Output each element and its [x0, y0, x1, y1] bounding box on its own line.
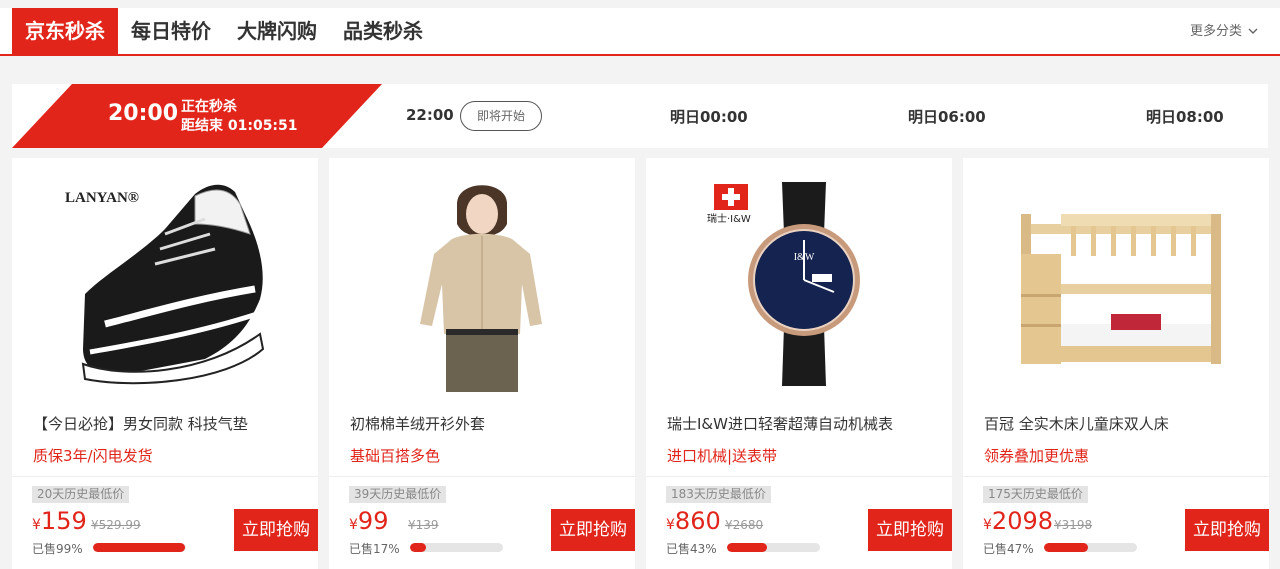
tab-daily-deals[interactable]: 每日特价	[118, 8, 224, 54]
sold-percent-label: 已售17%	[349, 542, 400, 556]
sold-progress-fill	[727, 543, 767, 552]
buy-now-button[interactable]: 立即抢购	[868, 509, 952, 551]
sold-progress-fill	[410, 543, 426, 552]
product-tag: 质保3年/闪电发货	[33, 447, 153, 465]
session-tomorrow-0600[interactable]: 明日06:00	[908, 106, 986, 127]
top-nav: 京东秒杀 每日特价 大牌闪购 品类秒杀 更多分类	[0, 8, 1280, 56]
session-status-text: 正在秒杀	[181, 99, 237, 115]
sneaker-image[interactable]: LANYAN®	[12, 174, 318, 392]
price-value: 860	[674, 507, 721, 535]
product-title[interactable]: 【今日必抢】男女同款 科技气垫	[33, 413, 248, 434]
current-session[interactable]: 20:00 正在秒杀 距结束 01:05:51	[12, 84, 382, 148]
product-price-area: 20天历史最低价 ¥159 ¥529.99 已售99% 立即抢购	[12, 476, 318, 569]
product-card[interactable]: 百冠 全实木床儿童床双人床 领券叠加更优惠 175天历史最低价 ¥2098 ¥3…	[963, 158, 1269, 569]
tab-category-seckill[interactable]: 品类秒杀	[330, 8, 436, 54]
cardigan-image[interactable]	[329, 174, 635, 392]
history-low-badge: 20天历史最低价	[32, 486, 130, 503]
tab-brand-flash[interactable]: 大牌闪购	[224, 8, 330, 54]
product-card[interactable]: 初棉棉羊绒开衫外套 基础百搭多色 39天历史最低价 ¥99 ¥139 已售17%…	[329, 158, 635, 569]
product-price-area: 39天历史最低价 ¥99 ¥139 已售17% 立即抢购	[329, 476, 635, 569]
tab-jd-seckill[interactable]: 京东秒杀	[12, 8, 118, 54]
currency-symbol: ¥	[983, 517, 992, 533]
product-title[interactable]: 瑞士I&W进口轻奢超薄自动机械表	[667, 413, 893, 434]
sold-progress-bar	[727, 543, 820, 552]
session-countdown: 距结束 01:05:51	[181, 118, 298, 134]
product-title[interactable]: 初棉棉羊绒开衫外套	[350, 413, 485, 434]
product-tag: 领券叠加更优惠	[984, 447, 1090, 465]
original-price: ¥529.99	[91, 518, 141, 532]
product-price-area: 183天历史最低价 ¥860 ¥2680 已售43% 立即抢购	[646, 476, 952, 569]
sold-progress-fill	[1044, 543, 1088, 552]
product-card[interactable]: 瑞士·I&W I&W 瑞士I&W进口轻奢超薄自动机械表 进口机械|送表带 183…	[646, 158, 952, 569]
price-value: 159	[40, 507, 87, 535]
sold-percent-label: 已售99%	[32, 542, 83, 556]
more-categories-label: 更多分类	[1189, 24, 1242, 39]
brand-logo: 瑞士·I&W	[707, 212, 751, 225]
sold-progress-bar	[93, 543, 186, 552]
seckill-price: ¥2098	[983, 507, 1053, 535]
brand-logo: LANYAN®	[65, 190, 139, 206]
product-tag: 进口机械|送表带	[667, 447, 778, 465]
seckill-price: ¥159	[32, 507, 87, 535]
product-tag: 基础百搭多色	[350, 447, 441, 465]
currency-symbol: ¥	[32, 517, 41, 533]
sold-percent-label: 已售47%	[983, 542, 1034, 556]
sold-progress-fill	[93, 543, 186, 552]
price-value: 99	[357, 507, 389, 535]
nav-tabs: 京东秒杀 每日特价 大牌闪购 品类秒杀	[12, 8, 436, 54]
session-tomorrow-0800[interactable]: 明日08:00	[1146, 106, 1224, 127]
history-low-badge: 183天历史最低价	[666, 486, 771, 503]
product-price-area: 175天历史最低价 ¥2098 ¥3198 已售47% 立即抢购	[963, 476, 1269, 569]
currency-symbol: ¥	[349, 517, 358, 533]
buy-now-button[interactable]: 立即抢购	[234, 509, 318, 551]
currency-symbol: ¥	[666, 517, 675, 533]
seckill-time-bar: 20:00 正在秒杀 距结束 01:05:51 22:00 即将开始 明日00:…	[12, 84, 1268, 148]
session-2200[interactable]: 22:00	[406, 106, 454, 124]
history-low-badge: 39天历史最低价	[349, 486, 447, 503]
watch-image[interactable]: 瑞士·I&W I&W	[646, 174, 952, 392]
more-categories-link[interactable]: 更多分类	[1190, 8, 1258, 54]
buy-now-button[interactable]: 立即抢购	[551, 509, 635, 551]
bunk-bed-image[interactable]	[963, 174, 1269, 392]
original-price: ¥2680	[725, 518, 764, 532]
seckill-price: ¥860	[666, 507, 721, 535]
current-session-status: 正在秒杀 距结束 01:05:51	[181, 98, 298, 136]
product-title[interactable]: 百冠 全实木床儿童床双人床	[984, 413, 1169, 434]
coming-soon-button[interactable]: 即将开始	[460, 101, 542, 131]
chevron-down-icon	[1248, 8, 1258, 54]
current-session-time: 20:00	[108, 101, 179, 126]
sold-progress-bar	[410, 543, 503, 552]
seckill-price: ¥99	[349, 507, 388, 535]
original-price: ¥3198	[1054, 518, 1093, 532]
product-card[interactable]: LANYAN® 【今日必抢】男女同款 科技气垫 质保3年/闪电发货 20天历史最…	[12, 158, 318, 569]
sold-percent-label: 已售43%	[666, 542, 717, 556]
history-low-badge: 175天历史最低价	[983, 486, 1088, 503]
price-value: 2098	[991, 507, 1053, 535]
buy-now-button[interactable]: 立即抢购	[1185, 509, 1269, 551]
sold-progress-bar	[1044, 543, 1137, 552]
session-tomorrow-0000[interactable]: 明日00:00	[670, 106, 748, 127]
original-price: ¥139	[408, 518, 439, 532]
